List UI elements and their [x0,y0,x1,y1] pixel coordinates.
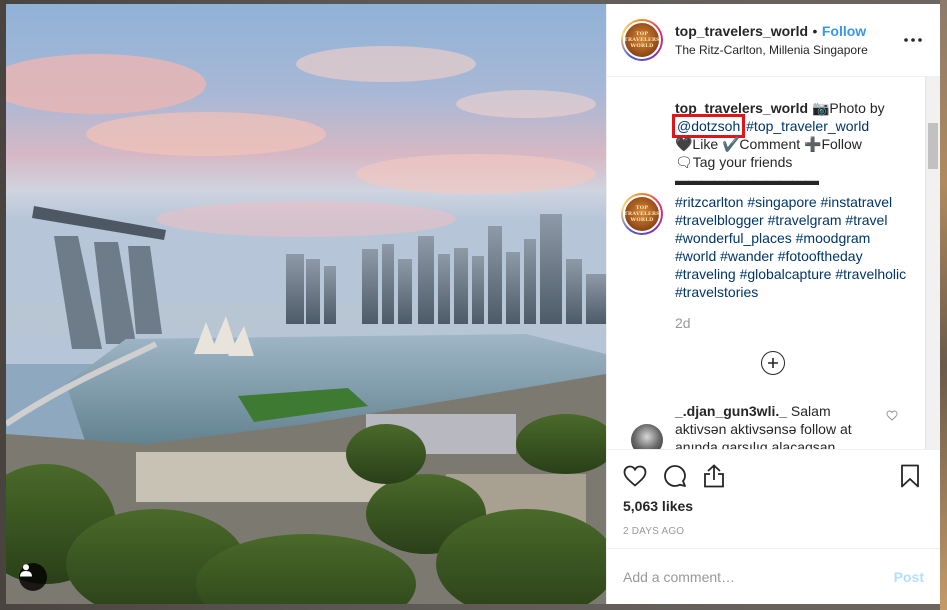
caption-avatar[interactable]: TOP TRAVELERS WORLD [621,193,663,235]
caption-avatar-logo-text: TOP TRAVELERS WORLD [624,205,660,223]
save-button[interactable] [900,460,924,492]
hashtag-list[interactable]: #ritzcarlton #singapore #instatravel #tr… [675,193,911,301]
caption-actions-line: 🖤Like ✔️Comment ➕Follow [675,136,862,152]
hashtag-link[interactable]: #top_traveler_world [746,118,869,134]
more-options-icon [904,38,922,42]
post-header: TOP TRAVELERS WORLD top_travelers_world … [607,4,940,77]
likes-count[interactable]: 5,063 likes [623,498,924,514]
caption-hashtags-row: TOP TRAVELERS WORLD #ritzcarlton #singap… [621,193,924,301]
comment-like-button[interactable] [886,408,898,426]
load-more-comments-button[interactable] [760,351,785,375]
small-heart-icon [886,410,898,421]
like-button[interactable] [623,460,663,492]
post-modal: TOP TRAVELERS WORLD top_travelers_world … [6,4,940,604]
separator-dot: • [812,22,818,39]
post-date[interactable]: 2 DAYS AGO [623,526,924,537]
singapore-skyline-image [6,4,606,604]
more-options-button[interactable] [900,27,926,53]
bookmark-icon [901,464,919,488]
comments-list[interactable]: top_travelers_world 📷Photo by @dotzsoh #… [607,77,940,449]
load-more-plus-icon [767,358,778,368]
mention-link[interactable]: @dotzsoh [671,114,746,138]
comment-item: _.djan_gun3wli._ Salam aktivsən aktivsən… [621,402,924,449]
comment-icon [664,465,686,487]
caption-tag-line: 🗨Tag your friends [675,154,793,170]
user-tag-icon [20,564,32,577]
caption-time[interactable]: 2d [675,315,924,331]
post-location[interactable]: The Ritz-Carlton, Millenia Singapore [675,41,900,59]
comment-input[interactable] [623,568,894,585]
post-comment-button[interactable]: Post [894,569,924,585]
share-icon [704,464,724,488]
commenter-username[interactable]: _.djan_gun3wli._ [675,403,787,419]
heart-icon [623,465,647,487]
user-tag-button[interactable] [19,563,47,591]
post-side-panel: TOP TRAVELERS WORLD top_travelers_world … [606,4,940,604]
background-photo-edge [940,0,947,610]
author-avatar[interactable]: TOP TRAVELERS WORLD [621,19,663,61]
avatar-logo-text: TOP TRAVELERS WORLD [624,31,660,49]
post-photo[interactable] [6,4,606,604]
commenter-avatar[interactable] [631,424,663,449]
author-username[interactable]: top_travelers_world [675,23,808,39]
caption-username[interactable]: top_travelers_world [675,100,808,116]
caption: top_travelers_world 📷Photo by @dotzsoh #… [621,99,924,189]
add-comment-bar: Post [607,548,940,604]
share-button[interactable] [703,460,743,492]
comments-scrollbar[interactable] [925,77,940,449]
scrollbar-thumb[interactable] [928,123,938,169]
follow-button[interactable]: Follow [822,23,866,39]
comment-button[interactable] [663,460,703,492]
caption-photo-by: 📷Photo by [811,100,885,116]
caption-divider: ▬▬▬▬▬▬▬▬▬▬▬ [675,172,819,188]
